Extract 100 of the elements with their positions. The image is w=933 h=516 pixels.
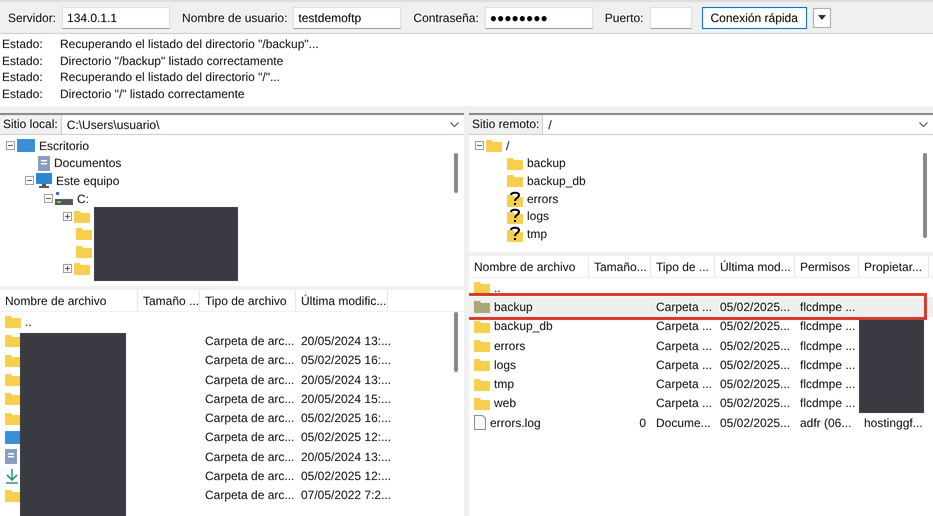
file-name: backup_db xyxy=(494,319,553,334)
question-folder-icon xyxy=(507,190,523,207)
column-header[interactable]: Tamaño... xyxy=(589,256,651,277)
log-label: Estado: xyxy=(2,86,44,102)
tree-item[interactable]: Escritorio xyxy=(39,138,90,153)
file-name: errors.log xyxy=(490,416,541,430)
scrollbar[interactable] xyxy=(454,153,458,193)
modified-date: 05/02/2025... xyxy=(720,377,790,392)
expand-toggle[interactable] xyxy=(63,264,72,274)
modified-date: 20/05/2024 13:... xyxy=(301,334,392,348)
tree-item[interactable]: backup xyxy=(527,156,566,170)
site-label: Sitio local: xyxy=(0,115,62,134)
input-field[interactable] xyxy=(650,6,692,28)
folder-icon xyxy=(474,339,490,352)
path-dropdown[interactable]: / xyxy=(543,115,933,134)
file-type: Carpeta de arc... xyxy=(205,488,294,502)
owner: hostinggf... xyxy=(864,416,923,430)
file-row[interactable]: tmp Carpeta ... 05/02/2025... flcdmpe ... xyxy=(469,374,933,394)
file-row[interactable]: errors Carpeta ... 05/02/2025... flcdmpe ... xyxy=(469,336,933,356)
permissions: flcdmpe ... xyxy=(800,319,856,334)
modified-date: 05/02/2025 12:... xyxy=(301,469,392,484)
folder-icon xyxy=(5,354,21,367)
folder-icon xyxy=(5,412,21,425)
folder-icon xyxy=(474,358,490,372)
modified-date: 05/02/2025... xyxy=(720,416,790,430)
document-icon xyxy=(5,449,17,464)
file-type: Docume... xyxy=(656,416,711,430)
collapse-toggle[interactable] xyxy=(475,141,484,150)
folder-icon xyxy=(486,139,502,152)
file-row[interactable]: logs Carpeta ... 05/02/2025... flcdmpe ... xyxy=(469,355,933,374)
column-header[interactable]: Tipo de ... xyxy=(651,256,715,277)
collapse-toggle[interactable] xyxy=(25,176,34,186)
column-header[interactable]: Permisos xyxy=(795,256,859,277)
site-label: Sitio remoto: xyxy=(469,115,544,134)
permissions: flcdmpe ... xyxy=(800,338,856,353)
input-field[interactable]: 134.0.1.1 xyxy=(62,6,170,28)
tree-item[interactable]: backup_db xyxy=(527,174,586,188)
log-message: Recuperando el listado del directorio "/backup"... xyxy=(60,36,319,52)
modified-date: 05/02/2025 16:... xyxy=(301,353,392,368)
modified-date: 05/02/2025 16:... xyxy=(301,411,392,426)
input-field[interactable]: ●●●●●●●● xyxy=(484,6,593,28)
file-type: Carpeta ... xyxy=(656,300,712,314)
tree-item[interactable]: Este equipo xyxy=(56,174,120,188)
tree-item[interactable]: tmp xyxy=(527,226,548,241)
folder-icon xyxy=(74,262,90,276)
modified-date: 05/02/2025... xyxy=(720,319,790,334)
log-label: Estado: xyxy=(2,52,44,69)
folder-icon xyxy=(474,320,490,333)
collapse-toggle[interactable] xyxy=(44,194,53,204)
file-name: logs xyxy=(494,358,516,372)
column-header[interactable]: Tipo de archivo xyxy=(200,290,296,311)
file-row[interactable]: web Carpeta ... 05/02/2025... flcdmpe ... xyxy=(469,394,933,414)
folder-icon xyxy=(5,373,21,386)
chevron-down-icon xyxy=(450,122,459,128)
download-icon xyxy=(5,468,19,484)
monitor-icon xyxy=(36,173,52,188)
column-header[interactable]: Tamaño ... xyxy=(138,290,200,311)
column-header[interactable]: Nombre de archivo xyxy=(0,290,138,311)
tree-item[interactable]: / xyxy=(506,138,510,153)
file-row[interactable]: errors.log 0 Docume... 05/02/2025... adfr (06... hostinggf... xyxy=(469,413,933,432)
tree-item[interactable]: C: xyxy=(77,192,89,206)
file-name: .. xyxy=(25,314,32,329)
file-icon xyxy=(474,415,486,430)
permissions: adfr (06... xyxy=(800,416,852,430)
quickconnect-button[interactable]: Conexión rápida xyxy=(702,6,807,28)
scrollbar[interactable] xyxy=(923,153,927,238)
file-row[interactable]: backup Carpeta ... 05/02/2025... flcdmpe ... xyxy=(469,297,933,317)
path-dropdown[interactable]: C:\Users\usuario\ xyxy=(62,115,464,134)
chevron-down-icon xyxy=(919,122,928,128)
folder-icon xyxy=(5,315,21,328)
modified-date: 05/02/2025... xyxy=(720,358,790,372)
file-name: errors xyxy=(494,338,526,353)
file-name: tmp xyxy=(494,377,514,392)
permissions: flcdmpe ... xyxy=(800,358,856,372)
column-header[interactable]: Propietar... xyxy=(859,256,929,277)
log-message: Directorio "/backup" listado correctamente xyxy=(60,52,284,69)
file-row[interactable]: backup_db Carpeta ... 05/02/2025... flcdmpe ... xyxy=(469,316,933,336)
field-label: Nombre de usuario: xyxy=(182,10,288,24)
file-row[interactable]: .. xyxy=(469,278,933,298)
column-header[interactable]: Nombre de archivo xyxy=(469,256,589,277)
column-header[interactable]: Última modific... xyxy=(296,290,388,311)
expand-toggle[interactable] xyxy=(63,212,72,221)
modified-date: 05/02/2025 12:... xyxy=(301,430,392,444)
folder-icon xyxy=(5,392,21,406)
dropdown-button[interactable] xyxy=(812,8,831,28)
modified-date: 20/05/2024 15:... xyxy=(301,392,392,406)
folder-icon xyxy=(507,174,523,188)
input-field[interactable]: testdemoftp xyxy=(293,6,402,28)
folder-icon xyxy=(474,300,490,314)
modified-date: 05/02/2025... xyxy=(720,396,790,410)
file-type: Carpeta de arc... xyxy=(205,372,294,387)
file-type: Carpeta de arc... xyxy=(205,469,294,484)
tree-item[interactable]: Documentos xyxy=(54,156,122,170)
file-type: Carpeta ... xyxy=(656,358,712,372)
tree-item[interactable]: logs xyxy=(527,209,550,224)
column-header[interactable]: Última mod... xyxy=(715,256,795,277)
tree-item[interactable]: errors xyxy=(527,192,558,206)
collapse-toggle[interactable] xyxy=(6,141,15,150)
scrollbar[interactable] xyxy=(454,312,458,372)
file-type: Carpeta ... xyxy=(656,319,712,334)
